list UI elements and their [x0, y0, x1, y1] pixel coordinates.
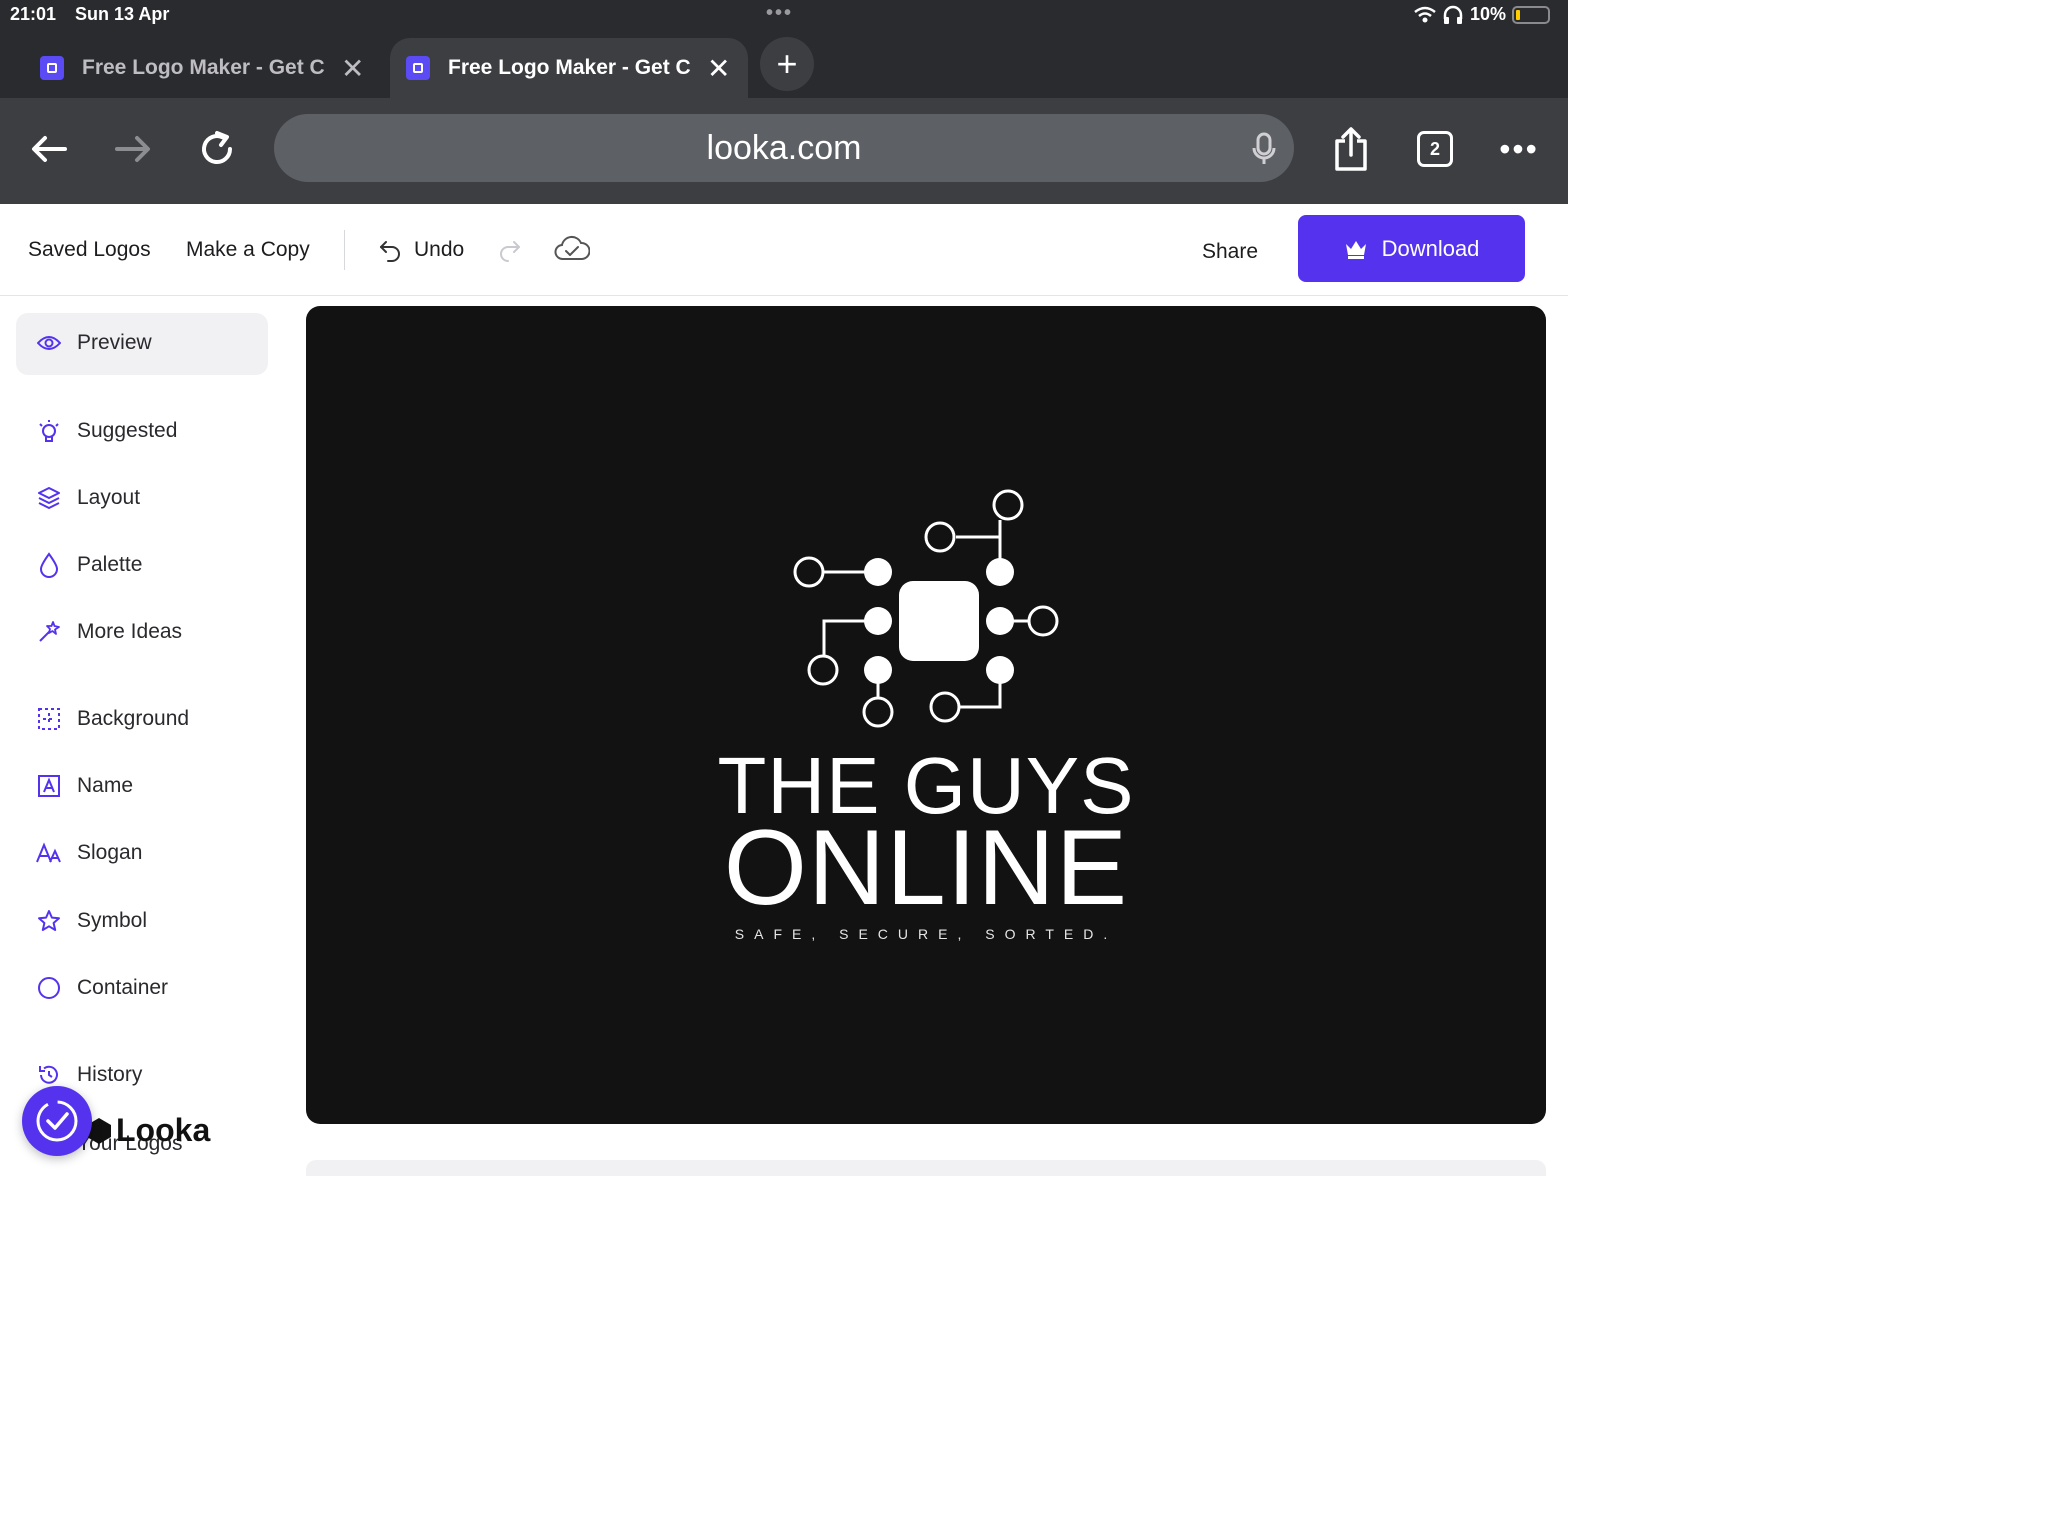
circle-icon	[36, 975, 62, 1001]
status-time: 21:01	[10, 4, 57, 24]
url-text: looka.com	[706, 129, 862, 167]
next-preview-card	[306, 1160, 1546, 1176]
share-icon	[1335, 127, 1367, 171]
sidebar-item-label: More Ideas	[77, 620, 183, 643]
sidebar-item-palette[interactable]: Palette	[36, 552, 142, 578]
arrow-left-icon	[32, 136, 67, 162]
star-icon	[36, 908, 62, 934]
more-menu-icon[interactable]: •••	[1494, 124, 1544, 174]
saved-logos-button[interactable]: Saved Logos	[28, 238, 151, 262]
new-tab-button[interactable]: +	[760, 37, 814, 91]
share-sheet-button[interactable]	[1326, 124, 1376, 174]
browser-tab-2-active[interactable]: Free Logo Maker - Get C ✕	[390, 38, 748, 98]
toolbar-divider	[344, 230, 345, 270]
undo-icon[interactable]	[378, 238, 402, 262]
wifi-icon	[1414, 6, 1436, 22]
tab-overview-button[interactable]: 2	[1410, 124, 1460, 174]
browser-tab-strip: 21:01 Sun 13 Apr ••• 10% Free Logo Maker…	[0, 0, 1568, 98]
sidebar-item-label: Background	[77, 707, 190, 730]
logo-name-line-2: ONLINE	[723, 807, 1129, 927]
looka-brand-logo: Looka	[86, 1112, 210, 1149]
close-tab-icon[interactable]: ✕	[707, 52, 730, 85]
looka-favicon-icon	[406, 56, 430, 80]
sidebar-item-more-ideas[interactable]: More Ideas	[36, 619, 182, 645]
cloud-saved-icon	[554, 235, 590, 260]
browser-tab-1[interactable]: Free Logo Maker - Get C ✕	[24, 38, 390, 98]
tab-title: Free Logo Maker - Get C	[448, 56, 691, 79]
battery-icon	[1512, 5, 1550, 24]
background-grid-icon	[36, 706, 62, 732]
sidebar-item-suggested[interactable]: Suggested	[36, 418, 177, 444]
share-button[interactable]: Share	[1202, 240, 1258, 264]
check-badge-icon	[36, 1100, 78, 1142]
sidebar-item-label: Palette	[77, 553, 143, 576]
eye-icon	[36, 330, 62, 356]
download-label: Download	[1381, 235, 1480, 261]
reload-button[interactable]	[192, 124, 242, 174]
sidebar-item-background[interactable]: Background	[36, 706, 189, 732]
arrow-right-icon	[115, 136, 150, 162]
sidebar-item-label: Suggested	[77, 419, 178, 442]
close-tab-icon[interactable]: ✕	[341, 52, 364, 85]
logo-preview-canvas[interactable]: THE GUYS ONLINE SAFE, SECURE, SORTED.	[306, 306, 1546, 1124]
status-date: Sun 13 Apr	[75, 4, 170, 24]
multitask-dots-icon[interactable]: •••	[766, 3, 793, 23]
sidebar-item-label: Name	[77, 774, 134, 797]
sidebar-item-slogan[interactable]: Slogan	[36, 840, 142, 866]
sidebar-item-container[interactable]: Container	[36, 975, 168, 1001]
editor-toolbar: Saved Logos Make a Copy Undo Share Downl…	[0, 204, 1568, 296]
crown-icon	[1345, 240, 1366, 259]
back-button[interactable]	[24, 124, 74, 174]
sidebar-item-label: Container	[77, 976, 169, 999]
text-box-icon	[36, 773, 62, 799]
sidebar-item-label: Layout	[77, 486, 141, 509]
logo-slogan: SAFE, SECURE, SORTED.	[734, 926, 1118, 942]
address-bar[interactable]: looka.com	[274, 114, 1294, 182]
layers-icon	[36, 485, 62, 511]
sidebar-item-history[interactable]: History	[36, 1062, 142, 1088]
reload-icon	[202, 131, 232, 165]
editor-sidebar: Preview Suggested Layout Palette More Id…	[0, 296, 290, 1176]
undo-button[interactable]: Undo	[414, 238, 464, 262]
sidebar-item-label: Preview	[77, 331, 152, 354]
sidebar-item-name[interactable]: Name	[36, 773, 133, 799]
browser-toolbar: looka.com 2 •••	[0, 98, 1568, 204]
looka-favicon-icon	[40, 56, 64, 80]
forward-button[interactable]	[108, 124, 158, 174]
sidebar-item-preview[interactable]: Preview	[36, 330, 152, 356]
battery-percent: 10%	[1469, 4, 1506, 24]
sidebar-item-label: Slogan	[77, 841, 143, 864]
sidebar-item-label: Symbol	[77, 909, 148, 932]
sidebar-item-layout[interactable]: Layout	[36, 485, 140, 511]
status-bar: 21:01 Sun 13 Apr ••• 10%	[0, 0, 1568, 30]
microphone-icon[interactable]	[1252, 132, 1276, 166]
tab-count: 2	[1417, 131, 1453, 167]
sidebar-item-symbol[interactable]: Symbol	[36, 908, 147, 934]
download-button[interactable]: Download	[1298, 215, 1525, 282]
accessibility-checklist-button[interactable]	[22, 1086, 92, 1156]
status-right: 10%	[1414, 4, 1550, 25]
make-copy-button[interactable]: Make a Copy	[186, 238, 310, 262]
droplet-icon	[36, 552, 62, 578]
headphones-icon	[1443, 5, 1463, 24]
brand-name: Looka	[116, 1112, 211, 1148]
tab-title: Free Logo Maker - Get C	[82, 56, 325, 79]
redo-icon[interactable]	[498, 238, 522, 262]
history-icon	[36, 1062, 62, 1088]
magic-wand-icon	[36, 619, 62, 645]
sidebar-item-label: History	[77, 1063, 143, 1086]
font-size-icon	[36, 840, 62, 866]
circuit-chip-icon	[793, 489, 1059, 728]
lightbulb-icon	[36, 418, 62, 444]
